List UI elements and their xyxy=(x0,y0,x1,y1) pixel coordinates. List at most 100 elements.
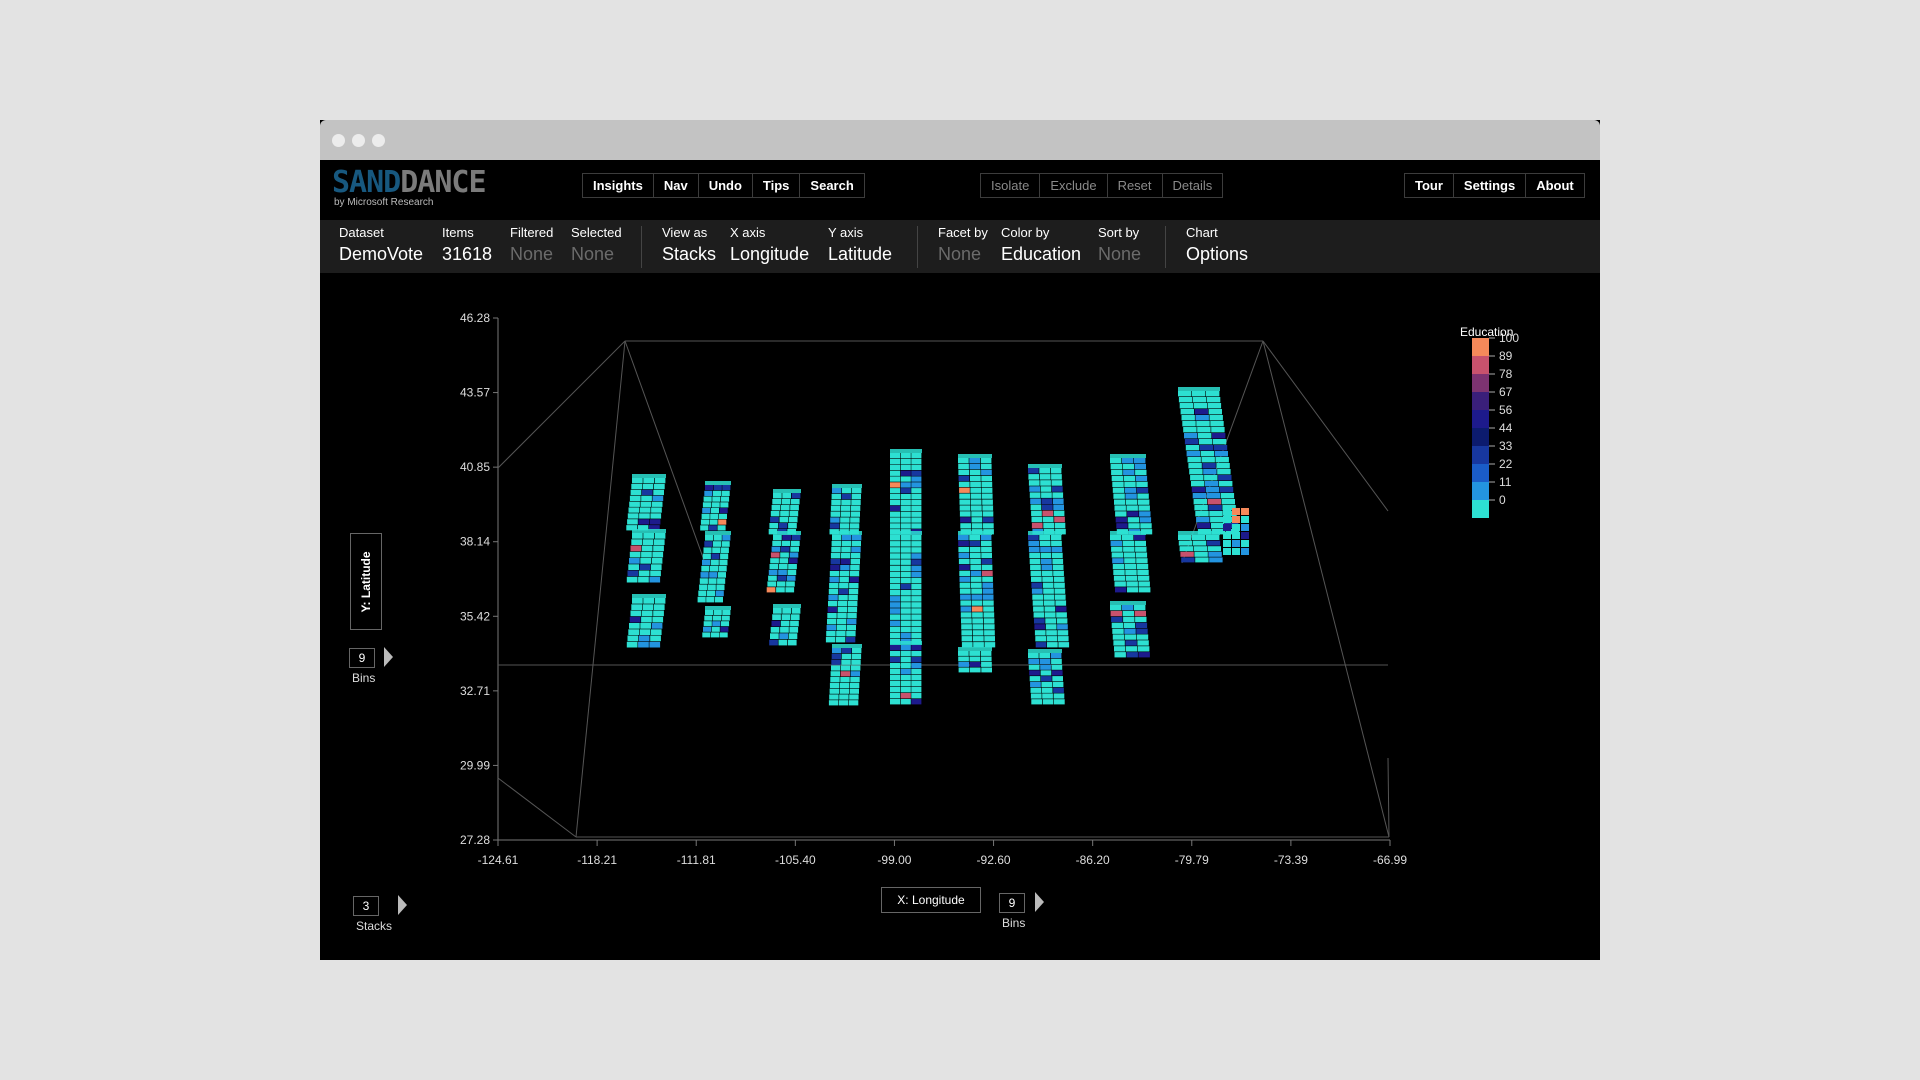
isolate-button[interactable]: Isolate xyxy=(981,174,1041,197)
data-cell xyxy=(831,653,842,659)
y-bins-input[interactable]: 9 xyxy=(349,648,375,668)
color-by-field[interactable]: Color by Education xyxy=(1001,225,1081,267)
y-axis-field[interactable]: Y axis Latitude xyxy=(828,225,892,267)
stack-top-face xyxy=(773,489,801,493)
y-bins-increment-icon[interactable] xyxy=(384,647,393,667)
data-cell xyxy=(628,564,639,570)
dataset-field[interactable]: Dataset DemoVote xyxy=(339,225,423,267)
data-cell xyxy=(890,547,901,553)
chart-area[interactable]: 46.28 43.57 40.85 38.14 35.42 32.71 29.99 27.28… xyxy=(320,273,1600,960)
data-cell xyxy=(779,558,789,564)
data-cell xyxy=(961,636,973,642)
data-cell xyxy=(1112,487,1125,493)
data-cell xyxy=(827,619,837,625)
stack-top-face xyxy=(632,474,666,478)
data-cell xyxy=(1028,653,1039,659)
x-axis-field[interactable]: X axis Longitude xyxy=(730,225,809,267)
data-cell xyxy=(768,575,777,581)
data-cell xyxy=(1139,517,1152,523)
data-cell xyxy=(1053,510,1065,517)
data-cell xyxy=(839,577,849,583)
data-cell xyxy=(848,700,859,706)
details-button[interactable]: Details xyxy=(1163,174,1223,197)
settings-button[interactable]: Settings xyxy=(1454,174,1527,197)
data-cell xyxy=(890,614,901,620)
data-cell xyxy=(1111,475,1124,482)
data-cell xyxy=(958,662,970,667)
data-cell xyxy=(826,625,836,631)
data-cell xyxy=(1232,508,1240,515)
data-cell xyxy=(702,559,711,566)
data-cell xyxy=(1223,532,1231,539)
data-cell xyxy=(850,553,861,559)
y-axis-button[interactable]: Y: Latitude xyxy=(350,533,382,630)
facet-by-field[interactable]: Facet by None xyxy=(938,225,988,267)
window-close-dot[interactable] xyxy=(332,134,345,147)
data-cell xyxy=(641,545,653,552)
data-cell xyxy=(911,565,922,572)
data-cell xyxy=(651,623,663,629)
window-minimize-dot[interactable] xyxy=(352,134,365,147)
stack-top-face xyxy=(1178,531,1220,535)
search-button[interactable]: Search xyxy=(800,174,863,197)
data-cell xyxy=(1241,516,1249,523)
stacks-increment-icon[interactable] xyxy=(398,895,407,915)
data-cell xyxy=(1114,646,1126,652)
selected-field[interactable]: Selected None xyxy=(571,225,622,267)
data-cell xyxy=(649,576,661,583)
stacks-input[interactable]: 3 xyxy=(353,896,379,916)
x-bins-input[interactable]: 9 xyxy=(999,893,1025,913)
window-zoom-dot[interactable] xyxy=(372,134,385,147)
data-cell xyxy=(788,633,798,639)
chart-label: Chart xyxy=(1186,225,1218,240)
tour-button[interactable]: Tour xyxy=(1405,174,1454,197)
data-cell xyxy=(700,519,709,525)
about-button[interactable]: About xyxy=(1526,174,1584,197)
data-cell xyxy=(984,636,995,642)
data-cell xyxy=(842,535,852,541)
data-cell xyxy=(1110,458,1122,464)
nav-button[interactable]: Nav xyxy=(654,174,699,197)
view-as-field[interactable]: View as Stacks xyxy=(662,225,716,267)
chart-options-field[interactable]: Chart Options xyxy=(1186,225,1248,267)
stack-top-face xyxy=(958,531,992,535)
data-cell xyxy=(959,505,971,511)
data-cell xyxy=(1044,612,1056,618)
data-cell xyxy=(1241,508,1249,515)
data-cell xyxy=(830,511,840,517)
data-cell xyxy=(628,629,639,635)
exclude-button[interactable]: Exclude xyxy=(1040,174,1108,197)
data-cell xyxy=(961,624,972,630)
data-cell xyxy=(890,517,901,523)
data-cell xyxy=(722,610,731,615)
data-cell xyxy=(1125,569,1137,575)
data-cell xyxy=(1218,475,1232,481)
divider xyxy=(917,226,918,268)
filtered-field[interactable]: Filtered None xyxy=(510,225,553,267)
data-cell xyxy=(1197,523,1211,529)
data-cell xyxy=(981,493,993,499)
data-cell xyxy=(1051,480,1063,486)
reset-button[interactable]: Reset xyxy=(1108,174,1163,197)
sort-by-field[interactable]: Sort by None xyxy=(1098,225,1141,267)
x-bins-increment-icon[interactable] xyxy=(1035,892,1044,912)
data-cell xyxy=(773,608,782,614)
data-cell xyxy=(628,507,640,513)
data-cell xyxy=(959,582,971,588)
x-axis-button[interactable]: X: Longitude xyxy=(881,887,981,913)
data-cell xyxy=(1179,546,1193,552)
selection-button-group: Isolate Exclude Reset Details xyxy=(980,173,1224,198)
data-cell xyxy=(832,648,842,654)
data-cell xyxy=(900,596,911,602)
data-cell xyxy=(777,575,787,581)
plot-floor-edge xyxy=(1262,340,1390,838)
data-cell xyxy=(1124,487,1137,493)
data-cell xyxy=(1192,397,1207,403)
undo-button[interactable]: Undo xyxy=(699,174,753,197)
tips-button[interactable]: Tips xyxy=(753,174,801,197)
data-cell xyxy=(1205,487,1220,493)
chart-canvas[interactable]: 46.28 43.57 40.85 38.14 35.42 32.71 29.99 27.28… xyxy=(320,273,1600,960)
data-cell xyxy=(830,553,841,559)
insights-button[interactable]: Insights xyxy=(583,174,654,197)
data-cell xyxy=(702,502,711,508)
